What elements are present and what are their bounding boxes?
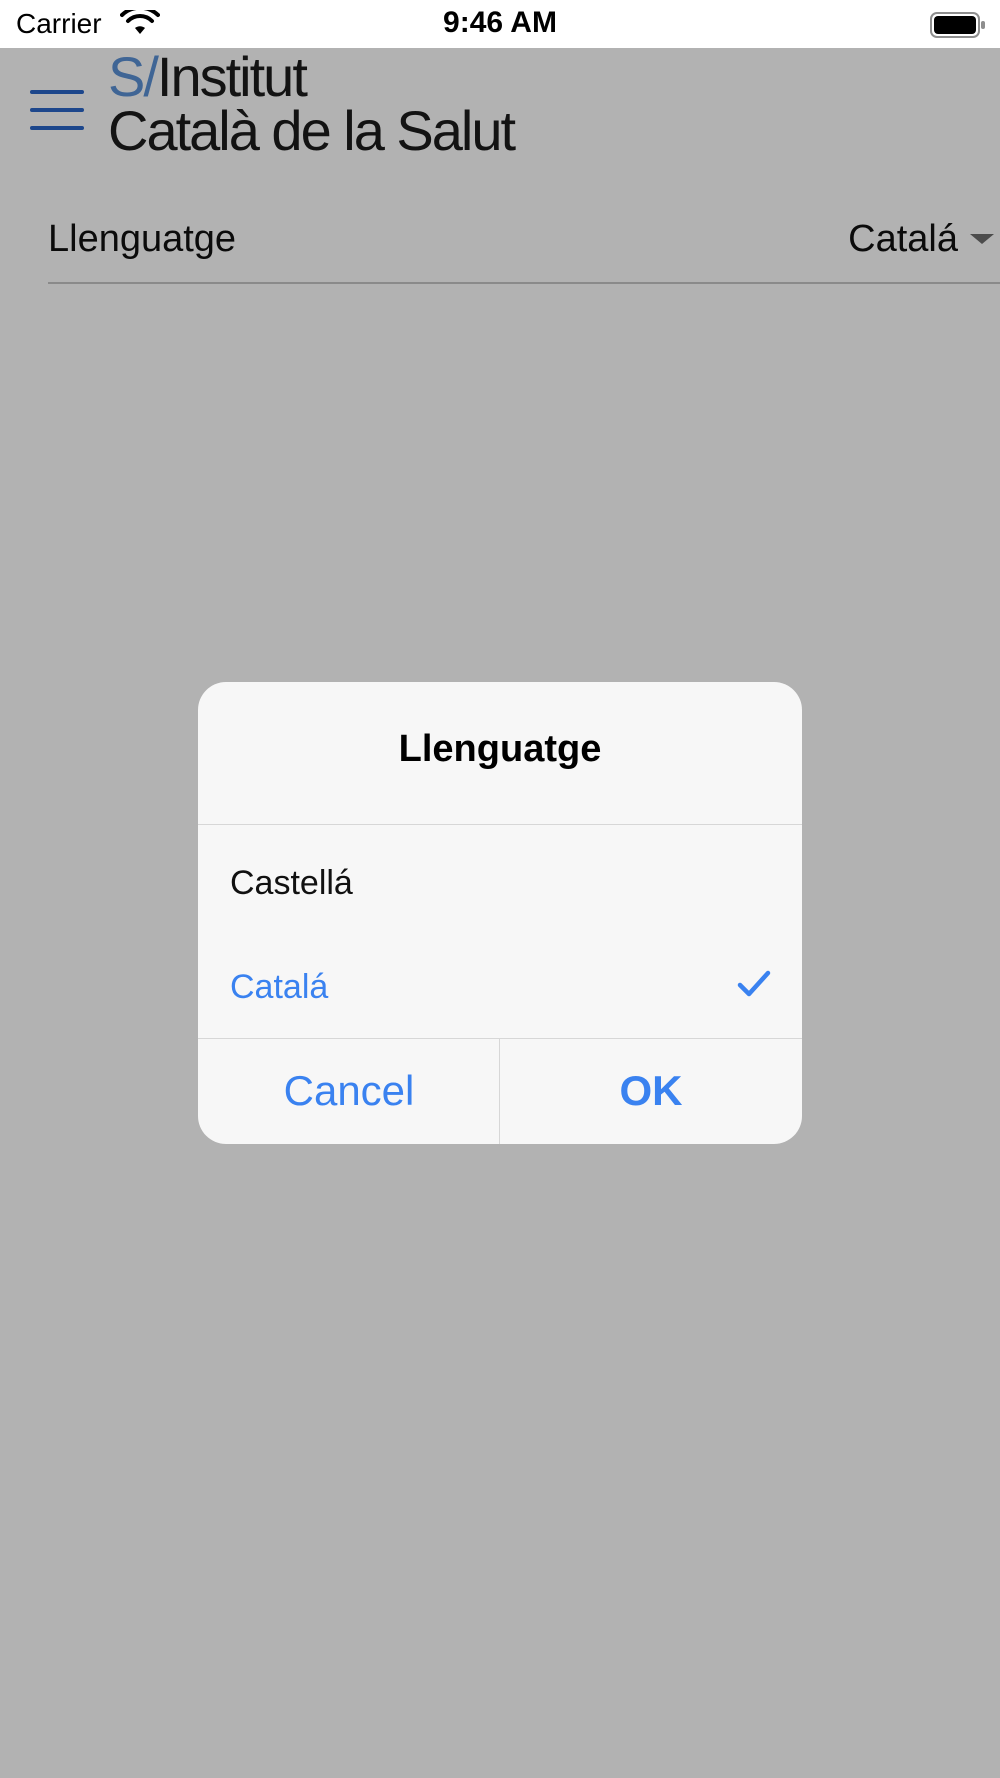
cancel-button[interactable]: Cancel [198, 1038, 500, 1144]
checkmark-icon [737, 970, 771, 997]
status-bar: Carrier 9:46 AM [0, 0, 1000, 48]
option-castella[interactable]: Castellá [198, 830, 802, 934]
ok-button[interactable]: OK [500, 1038, 802, 1144]
dialog-title: Llenguatge [398, 728, 602, 770]
option-catala[interactable]: Catalá [198, 934, 802, 1038]
divider [198, 824, 802, 825]
battery-full-icon [930, 12, 985, 38]
option-label: Castellá [230, 864, 353, 902]
option-label: Catalá [230, 968, 329, 1006]
screen: Carrier 9:46 AM S/Institut Català de la … [0, 0, 1000, 1778]
clock: 9:46 AM [443, 6, 557, 39]
language-dialog: Llenguatge Castellá Catalá Cancel OK [198, 682, 802, 1144]
